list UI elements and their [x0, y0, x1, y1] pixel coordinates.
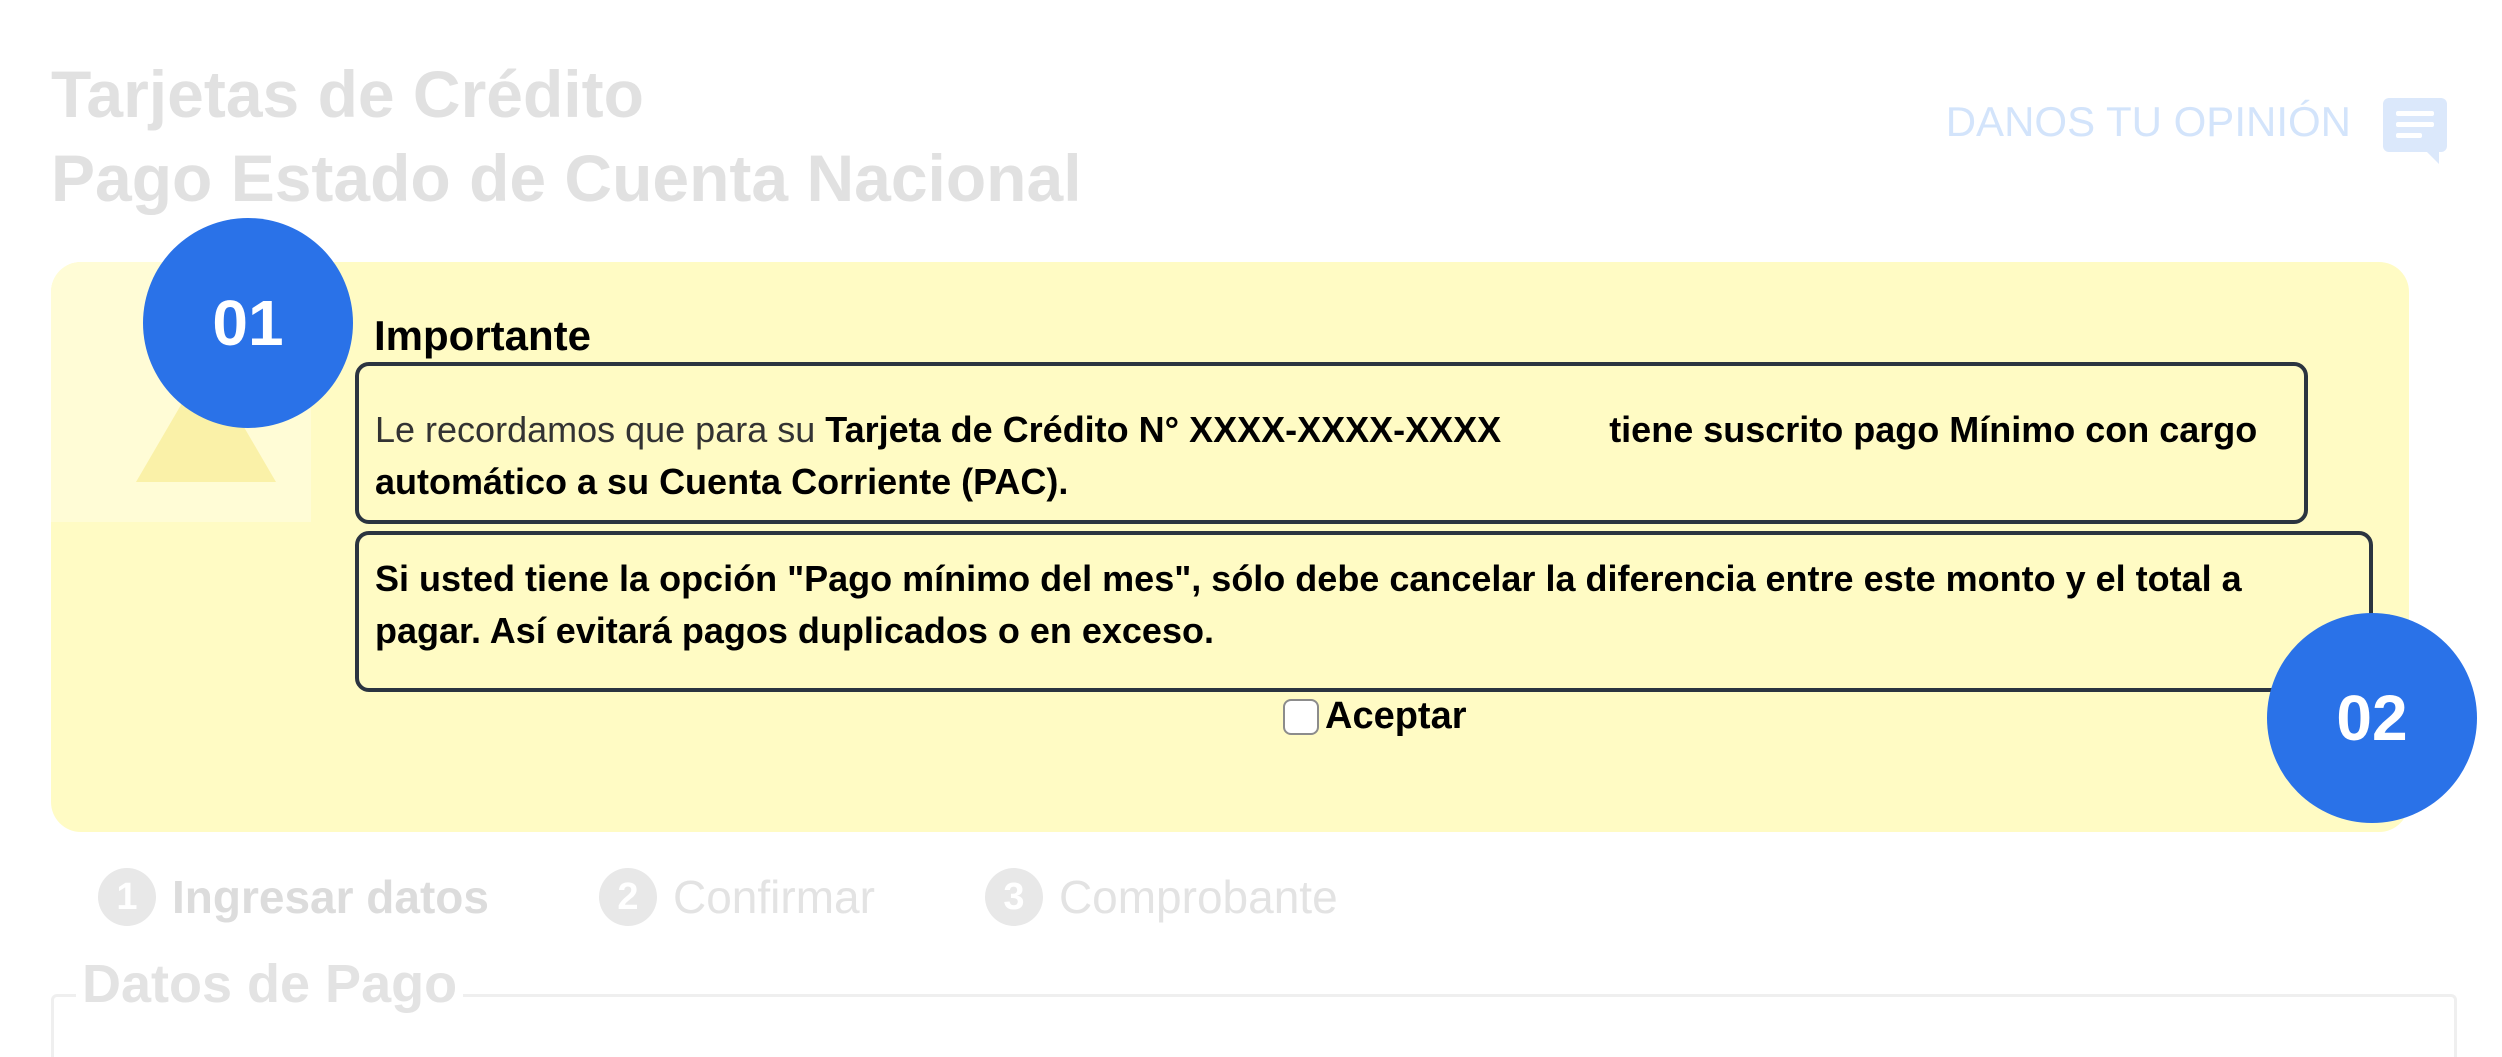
accept-control[interactable]: Aceptar — [1283, 695, 1467, 738]
annotation-badge-02: 02 — [2267, 613, 2477, 823]
page-title: Tarjetas de Crédito Pago Estado de Cuent… — [51, 52, 1082, 220]
notice-heading: Importante — [374, 312, 592, 359]
page-title-line-1: Tarjetas de Crédito — [51, 57, 644, 131]
notice-message-box: Le recordamos que para su Tarjeta de Cré… — [355, 362, 2308, 524]
accept-label: Aceptar — [1325, 695, 1467, 737]
section-title: Datos de Pago — [76, 953, 464, 1015]
chat-icon — [2383, 98, 2447, 164]
annotation-badge-01: 01 — [143, 218, 353, 428]
accept-checkbox[interactable] — [1283, 698, 1319, 735]
step-ingresar-datos: 1 Ingresar datos — [98, 868, 489, 926]
step-number: 2 — [599, 868, 657, 926]
page-title-line-2: Pago Estado de Cuenta Nacional — [51, 141, 1082, 215]
step-label: Confirmar — [673, 871, 875, 923]
feedback-label: DANOS TU OPINIÓN — [1945, 98, 2351, 145]
step-label: Comprobante — [1058, 871, 1338, 923]
minimum-payment-note: Si usted tiene la opción "Pago mínimo de… — [355, 531, 2373, 692]
step-number: 1 — [98, 868, 156, 926]
notice-prefix: Le recordamos que para su — [375, 409, 826, 450]
feedback-button[interactable]: DANOS TU OPINIÓN — [1945, 90, 2447, 164]
progress-steps: 1 Ingresar datos 2 Confirmar 3 Comproban… — [98, 868, 1448, 926]
step-confirmar: 2 Confirmar — [599, 868, 875, 926]
step-number: 3 — [984, 868, 1043, 926]
card-number: Tarjeta de Crédito N° XXXX-XXXX-XXXX — [825, 409, 1502, 450]
step-comprobante: 3 Comprobante — [984, 868, 1338, 926]
step-label: Ingresar datos — [172, 871, 489, 923]
